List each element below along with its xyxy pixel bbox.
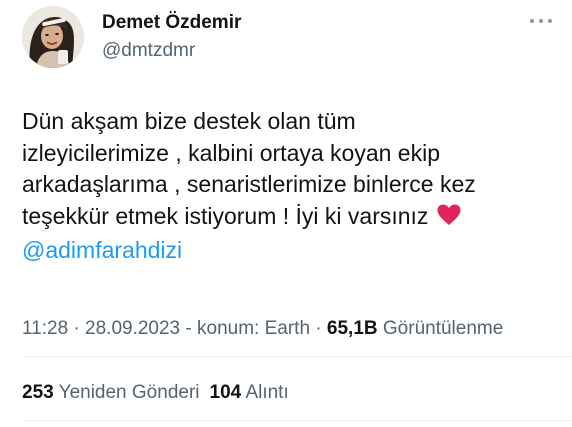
tweet-line: arkadaşlarıma , senaristlerimize binlerc… (22, 171, 476, 197)
divider (22, 356, 572, 357)
meta-separator: - (180, 318, 198, 339)
tweet-time[interactable]: 11:28 (22, 318, 68, 339)
tweet-date[interactable]: 28.09.2023 (85, 318, 180, 339)
more-options-icon[interactable] (530, 12, 552, 30)
tweet-line: izleyicilerimize , kalbini ortaya koyan … (22, 139, 440, 166)
meta-separator: · (68, 318, 86, 339)
tweet-text: Dün akşam bize destek olan tüm izleyicil… (22, 106, 562, 267)
tweet-location: konum: Earth (197, 318, 311, 339)
tweet-line: Dün akşam bize destek olan tüm (22, 108, 356, 134)
mention-link[interactable]: @adimfarahdizi (22, 235, 562, 267)
views-label[interactable]: Görüntülenme (383, 318, 503, 339)
tweet-line-last: teşekkür etmek istiyorum ! İyi ki varsın… (22, 201, 562, 236)
tweet-meta: 11:28 · 28.09.2023 - konum: Earth · 65,1… (22, 318, 503, 340)
avatar[interactable] (22, 6, 84, 68)
retweets-count[interactable]: 253 (22, 382, 54, 403)
tweet-line: teşekkür etmek istiyorum ! İyi ki varsın… (22, 202, 429, 229)
views-count[interactable]: 65,1B (327, 318, 378, 339)
quotes-label[interactable]: Alıntı (245, 382, 288, 403)
retweets-stat[interactable]: 253 Yeniden Gönderi (22, 382, 200, 403)
author-handle[interactable]: @dmtzdmr (102, 40, 195, 62)
meta-separator: · (310, 318, 327, 339)
divider (22, 420, 572, 421)
avatar-photo-icon (22, 6, 84, 68)
red-heart-icon (436, 203, 462, 236)
quotes-stat[interactable]: 104 Alıntı (210, 382, 289, 403)
tweet-stats: 253 Yeniden Gönderi 104 Alıntı (22, 382, 289, 404)
quotes-count[interactable]: 104 (210, 382, 242, 403)
retweets-label[interactable]: Yeniden Gönderi (59, 382, 200, 403)
author-name[interactable]: Demet Özdemir (102, 12, 241, 34)
tweet-card: Demet Özdemir @dmtzdmr Dün akşam bize de… (0, 0, 572, 427)
